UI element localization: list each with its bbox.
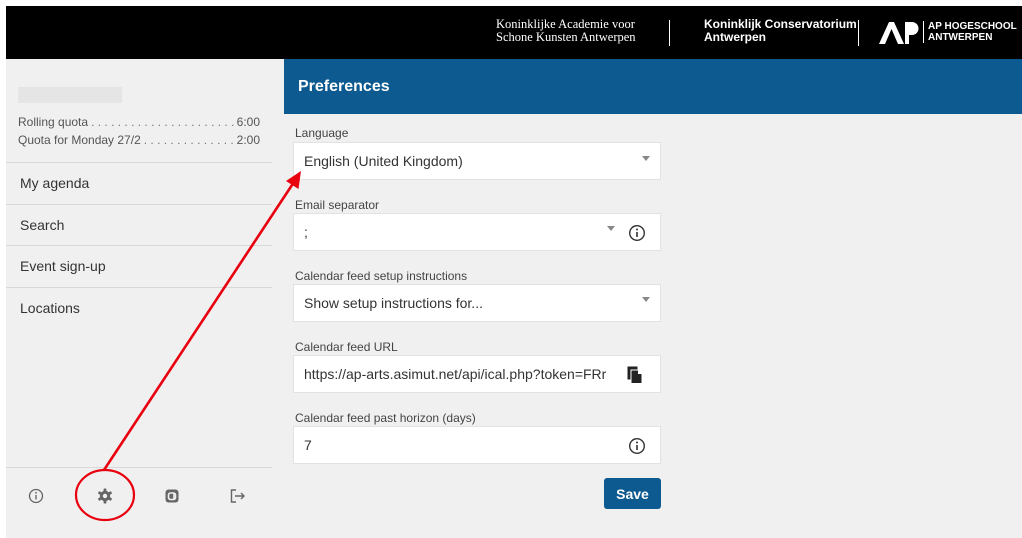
language-select[interactable]: English (United Kingdom) [293,142,661,180]
logo-divider [669,20,670,46]
ap-logo-icon [879,22,919,44]
page-title: Preferences [284,59,1022,114]
email-separator-label: Email separator [295,198,380,212]
sidebar-bottom-divider [6,467,272,468]
logo-ap-line2: ANTWERPEN [928,32,993,43]
language-label: Language [295,126,349,140]
calendar-url-field[interactable]: https://ap-arts.asimut.net/api/ical.php?… [293,355,661,393]
calendar-instructions-select[interactable]: Show setup instructions for... [293,284,661,322]
quota-monday: Quota for Monday 27/2 2:00 [18,133,260,147]
quota-label: Rolling quota [18,115,89,129]
quota-rolling: Rolling quota 6:00 [18,115,260,129]
calendar-url-value: https://ap-arts.asimut.net/api/ical.php?… [304,366,607,382]
quota-value: 2:00 [236,133,260,147]
quota-label: Quota for Monday 27/2 [18,133,141,147]
calendar-instructions-value: Show setup instructions for... [304,295,483,311]
asimut-icon[interactable] [162,486,182,506]
sidebar: Rolling quota 6:00 Quota for Monday 27/2… [6,59,284,538]
logo-divider [858,20,859,46]
sidebar-item-label: Event sign-up [20,258,106,274]
sidebar-item-locations[interactable]: Locations [6,287,272,329]
past-horizon-label: Calendar feed past horizon (days) [295,411,476,425]
top-header-bar: Koninklijke Academie voor Schone Kunsten… [6,6,1022,59]
calendar-url-label: Calendar feed URL [295,340,398,354]
sidebar-item-my-agenda[interactable]: My agenda [6,162,272,204]
past-horizon-value: 7 [304,437,312,453]
quota-value: 6:00 [236,115,260,129]
info-icon[interactable] [628,437,646,455]
sidebar-item-label: Search [20,217,65,233]
chevron-down-icon [642,156,650,161]
sidebar-item-label: My agenda [20,175,90,191]
chevron-down-icon [642,297,650,302]
email-separator-value: ; [304,224,308,240]
save-button[interactable]: Save [604,478,661,509]
user-name-placeholder [18,87,122,103]
logo-academie[interactable]: Koninklijke Academie voor Schone Kunsten… [496,18,636,44]
language-value: English (United Kingdom) [304,153,463,169]
logo-ap-line1: AP HOGESCHOOL [928,21,1017,32]
logo-ap-hogeschool[interactable]: AP HOGESCHOOL ANTWERPEN [923,21,1017,43]
email-separator-select[interactable]: ; [293,213,661,251]
preferences-panel: Preferences Language English (United Kin… [284,59,1022,538]
chevron-down-icon [607,226,615,231]
quota-leader [144,133,234,147]
past-horizon-input[interactable]: 7 [293,426,661,464]
logo-academie-line2: Schone Kunsten Antwerpen [496,30,636,44]
calendar-instructions-label: Calendar feed setup instructions [295,269,468,283]
logo-conservatorium[interactable]: Koninklijk Conservatorium Antwerpen [704,18,857,44]
quota-leader [91,115,234,129]
logo-conservatorium-line2: Antwerpen [704,30,767,44]
sidebar-item-label: Locations [20,300,80,316]
sidebar-item-event-sign-up[interactable]: Event sign-up [6,245,272,287]
info-icon[interactable] [628,224,646,242]
sidebar-item-search[interactable]: Search [6,204,272,246]
gear-icon[interactable] [95,486,115,506]
copy-icon[interactable] [627,366,643,384]
logout-icon[interactable] [228,486,248,506]
info-icon[interactable] [26,486,46,506]
